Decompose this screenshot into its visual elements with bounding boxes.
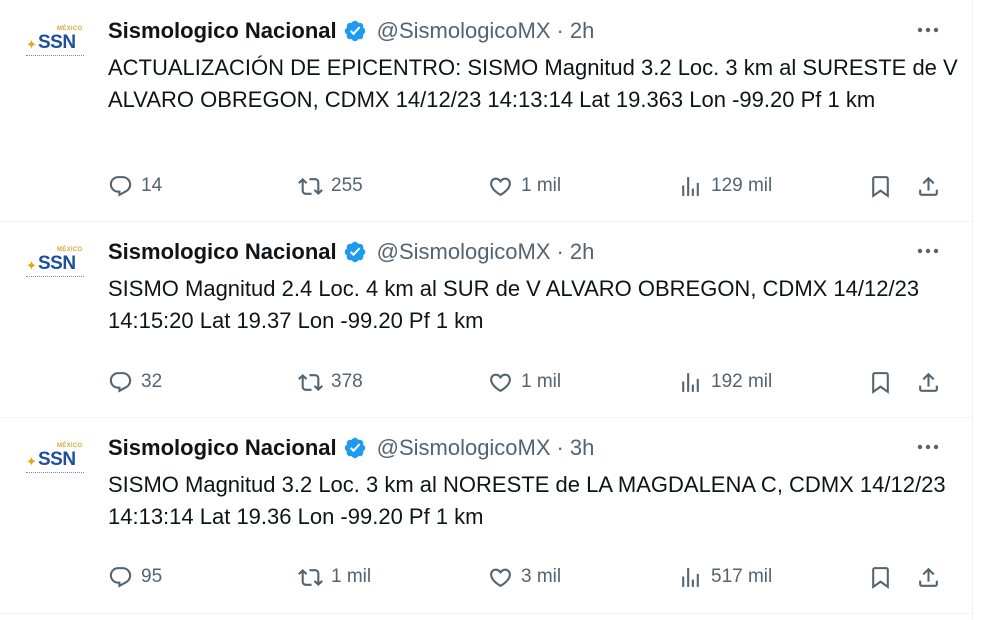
bookmark-icon	[872, 371, 889, 394]
verified-badge-icon[interactable]	[343, 240, 367, 264]
author-handle[interactable]: @SismologicoMX	[377, 18, 551, 44]
views-count: 192 mil	[711, 371, 773, 392]
repost-count: 1 mil	[331, 566, 372, 587]
reply-button[interactable]: 14	[108, 170, 162, 202]
more-icon[interactable]	[914, 435, 942, 459]
logo-star-icon: ✦	[26, 454, 37, 469]
views-icon	[682, 176, 699, 196]
logo-text: SSN	[38, 32, 76, 53]
logo-star-icon: ✦	[26, 258, 37, 273]
logo-star-icon: ✦	[26, 37, 37, 52]
views-button[interactable]: 517 mil	[678, 561, 772, 593]
views-icon	[682, 372, 699, 392]
verified-badge-icon[interactable]	[343, 436, 367, 460]
reply-icon	[109, 566, 132, 588]
like-button[interactable]: 1 mil	[488, 170, 561, 202]
heart-icon	[490, 177, 511, 196]
avatar[interactable]: MÉXICO ✦ SSN	[24, 247, 88, 291]
logo-text: SSN	[38, 449, 76, 470]
bookmark-button[interactable]	[868, 561, 893, 593]
share-button[interactable]	[916, 170, 941, 202]
tweet-header: Sismologico Nacional @SismologicoMX · 2h	[108, 237, 594, 267]
reply-count: 32	[141, 371, 163, 392]
tweet-actions: 14 255 1 mil 129 mil	[108, 170, 958, 202]
tweet-actions: 95 1 mil 3 mil 517 mil	[108, 561, 958, 593]
logo-tagline	[26, 276, 84, 279]
share-button[interactable]	[916, 366, 941, 398]
tweet-header: Sismologico Nacional @SismologicoMX · 3h	[108, 433, 594, 463]
timestamp[interactable]: 3h	[570, 435, 594, 461]
views-count: 517 mil	[711, 566, 773, 587]
reply-icon	[109, 371, 132, 393]
tweet[interactable]: MÉXICO ✦ SSN Sismologico Nacional @Sismo…	[0, 0, 972, 222]
share-icon	[919, 567, 938, 587]
like-button[interactable]: 3 mil	[488, 561, 561, 593]
views-icon	[682, 567, 699, 587]
author-name[interactable]: Sismologico Nacional	[108, 239, 337, 265]
bookmark-icon	[872, 566, 889, 589]
separator-dot: ·	[556, 435, 564, 460]
share-icon	[919, 372, 938, 392]
reply-count: 95	[141, 566, 163, 587]
heart-icon	[490, 568, 511, 587]
timestamp[interactable]: 2h	[570, 239, 594, 265]
timestamp[interactable]: 2h	[570, 18, 594, 44]
timeline-feed: MÉXICO ✦ SSN Sismologico Nacional @Sismo…	[0, 0, 973, 620]
avatar[interactable]: MÉXICO ✦ SSN	[24, 26, 88, 70]
reply-button[interactable]: 95	[108, 561, 162, 593]
verified-badge-icon[interactable]	[343, 19, 367, 43]
author-name[interactable]: Sismologico Nacional	[108, 435, 337, 461]
views-button[interactable]: 192 mil	[678, 366, 772, 398]
logo-tagline	[26, 55, 84, 58]
reply-count: 14	[141, 175, 163, 196]
more-icon[interactable]	[914, 239, 942, 263]
logo-tagline	[26, 472, 84, 475]
views-count: 129 mil	[711, 175, 773, 196]
repost-button[interactable]: 378	[298, 366, 363, 398]
repost-button[interactable]: 1 mil	[298, 561, 371, 593]
like-button[interactable]: 1 mil	[488, 366, 561, 398]
tweet[interactable]: MÉXICO ✦ SSN Sismologico Nacional @Sismo…	[0, 417, 972, 614]
repost-count: 378	[331, 371, 363, 392]
repost-count: 255	[331, 175, 363, 196]
repost-button[interactable]: 255	[298, 170, 363, 202]
author-handle[interactable]: @SismologicoMX	[377, 239, 551, 265]
tweet-actions: 32 378 1 mil 192 mil	[108, 366, 958, 398]
logo-text: SSN	[38, 253, 76, 274]
tweet-text: ACTUALIZACIÓN DE EPICENTRO: SISMO Magnit…	[108, 55, 958, 112]
tweet-text: SISMO Magnitud 3.2 Loc. 3 km al NORESTE …	[108, 472, 946, 529]
repost-icon	[298, 373, 323, 391]
like-count: 1 mil	[521, 371, 562, 392]
heart-icon	[490, 373, 511, 392]
repost-icon	[298, 177, 323, 195]
reply-button[interactable]: 32	[108, 366, 162, 398]
author-handle[interactable]: @SismologicoMX	[377, 435, 551, 461]
more-icon[interactable]	[914, 18, 942, 42]
tweet[interactable]: MÉXICO ✦ SSN Sismologico Nacional @Sismo…	[0, 221, 972, 418]
tweet-text: SISMO Magnitud 2.4 Loc. 4 km al SUR de V…	[108, 276, 920, 333]
separator-dot: ·	[556, 18, 564, 43]
share-button[interactable]	[916, 561, 941, 593]
repost-icon	[298, 568, 323, 586]
author-name[interactable]: Sismologico Nacional	[108, 18, 337, 44]
bookmark-icon	[872, 175, 889, 198]
bookmark-button[interactable]	[868, 170, 893, 202]
like-count: 3 mil	[521, 566, 562, 587]
share-icon	[919, 176, 938, 196]
tweet-header: Sismologico Nacional @SismologicoMX · 2h	[108, 16, 594, 46]
views-button[interactable]: 129 mil	[678, 170, 772, 202]
avatar[interactable]: MÉXICO ✦ SSN	[24, 443, 88, 487]
bookmark-button[interactable]	[868, 366, 893, 398]
reply-icon	[109, 175, 132, 197]
separator-dot: ·	[556, 239, 564, 264]
like-count: 1 mil	[521, 175, 562, 196]
